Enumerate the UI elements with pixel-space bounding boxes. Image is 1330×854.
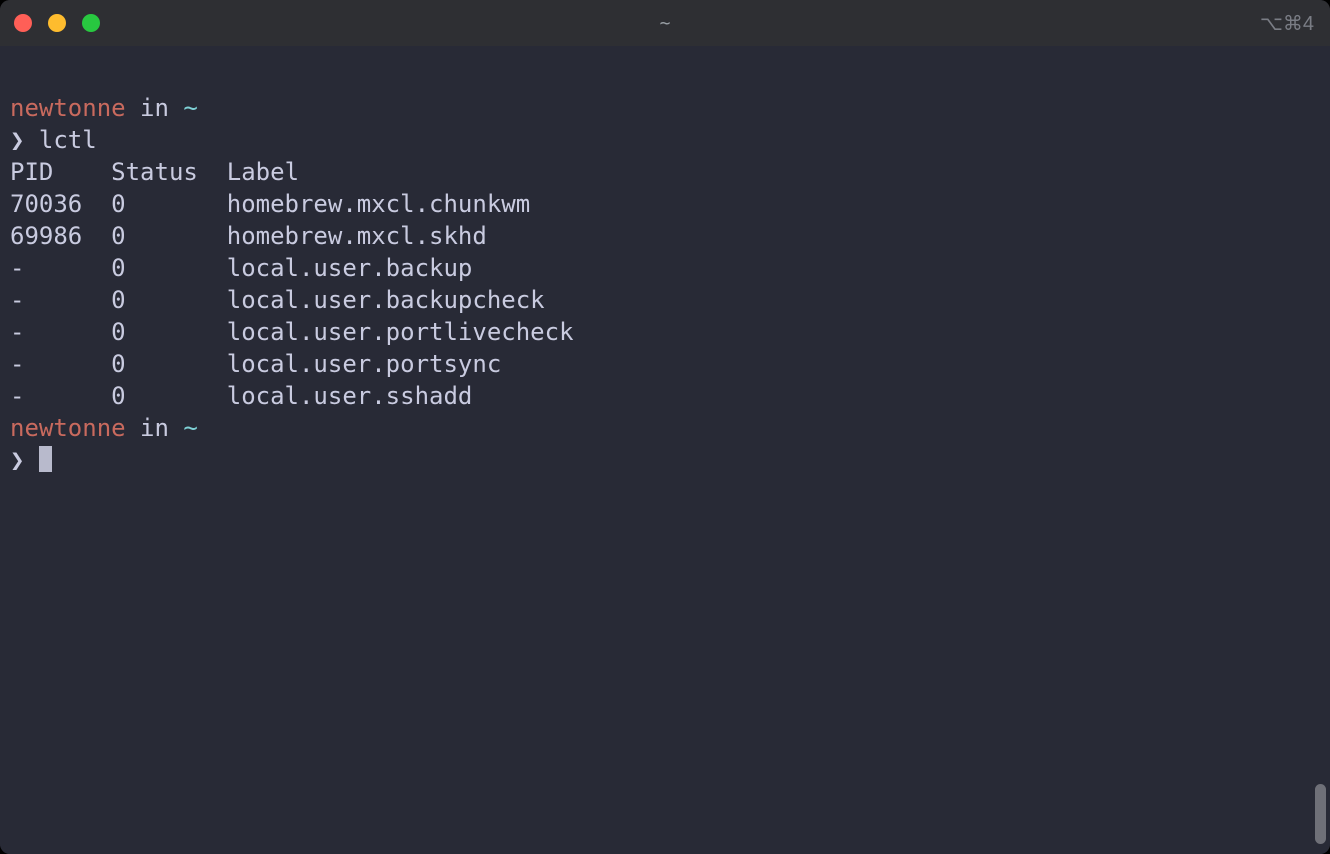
- terminal-window: ~ ⌥⌘4 newtonne in ~ ❯ lctl PID Status La…: [0, 0, 1330, 854]
- prompt-path: ~: [183, 94, 197, 122]
- window-title: ~: [660, 13, 671, 34]
- shortcut-hint: ⌥⌘4: [1260, 11, 1314, 36]
- prompt-in: in: [126, 94, 184, 122]
- prompt-user: newtonne: [10, 94, 126, 122]
- close-icon[interactable]: [14, 14, 32, 32]
- scrollbar[interactable]: [1315, 784, 1326, 844]
- command-text: lctl: [39, 126, 97, 154]
- prompt-arrow: ❯: [10, 126, 24, 154]
- col-status: Status: [111, 158, 198, 186]
- prompt-in: in: [126, 414, 184, 442]
- titlebar: ~ ⌥⌘4: [0, 0, 1330, 46]
- output-rows: 70036 0 homebrew.mxcl.chunkwm 69986 0 ho…: [10, 190, 574, 410]
- terminal-body[interactable]: newtonne in ~ ❯ lctl PID Status Label 70…: [0, 46, 1330, 854]
- prompt-path: ~: [183, 414, 197, 442]
- output-header: PID Status Label: [10, 158, 299, 186]
- col-label: Label: [227, 158, 299, 186]
- col-pid: PID: [10, 158, 53, 186]
- traffic-lights: [14, 14, 100, 32]
- cursor: [39, 446, 52, 472]
- maximize-icon[interactable]: [82, 14, 100, 32]
- prompt-user: newtonne: [10, 414, 126, 442]
- minimize-icon[interactable]: [48, 14, 66, 32]
- prompt-arrow: ❯: [10, 446, 24, 474]
